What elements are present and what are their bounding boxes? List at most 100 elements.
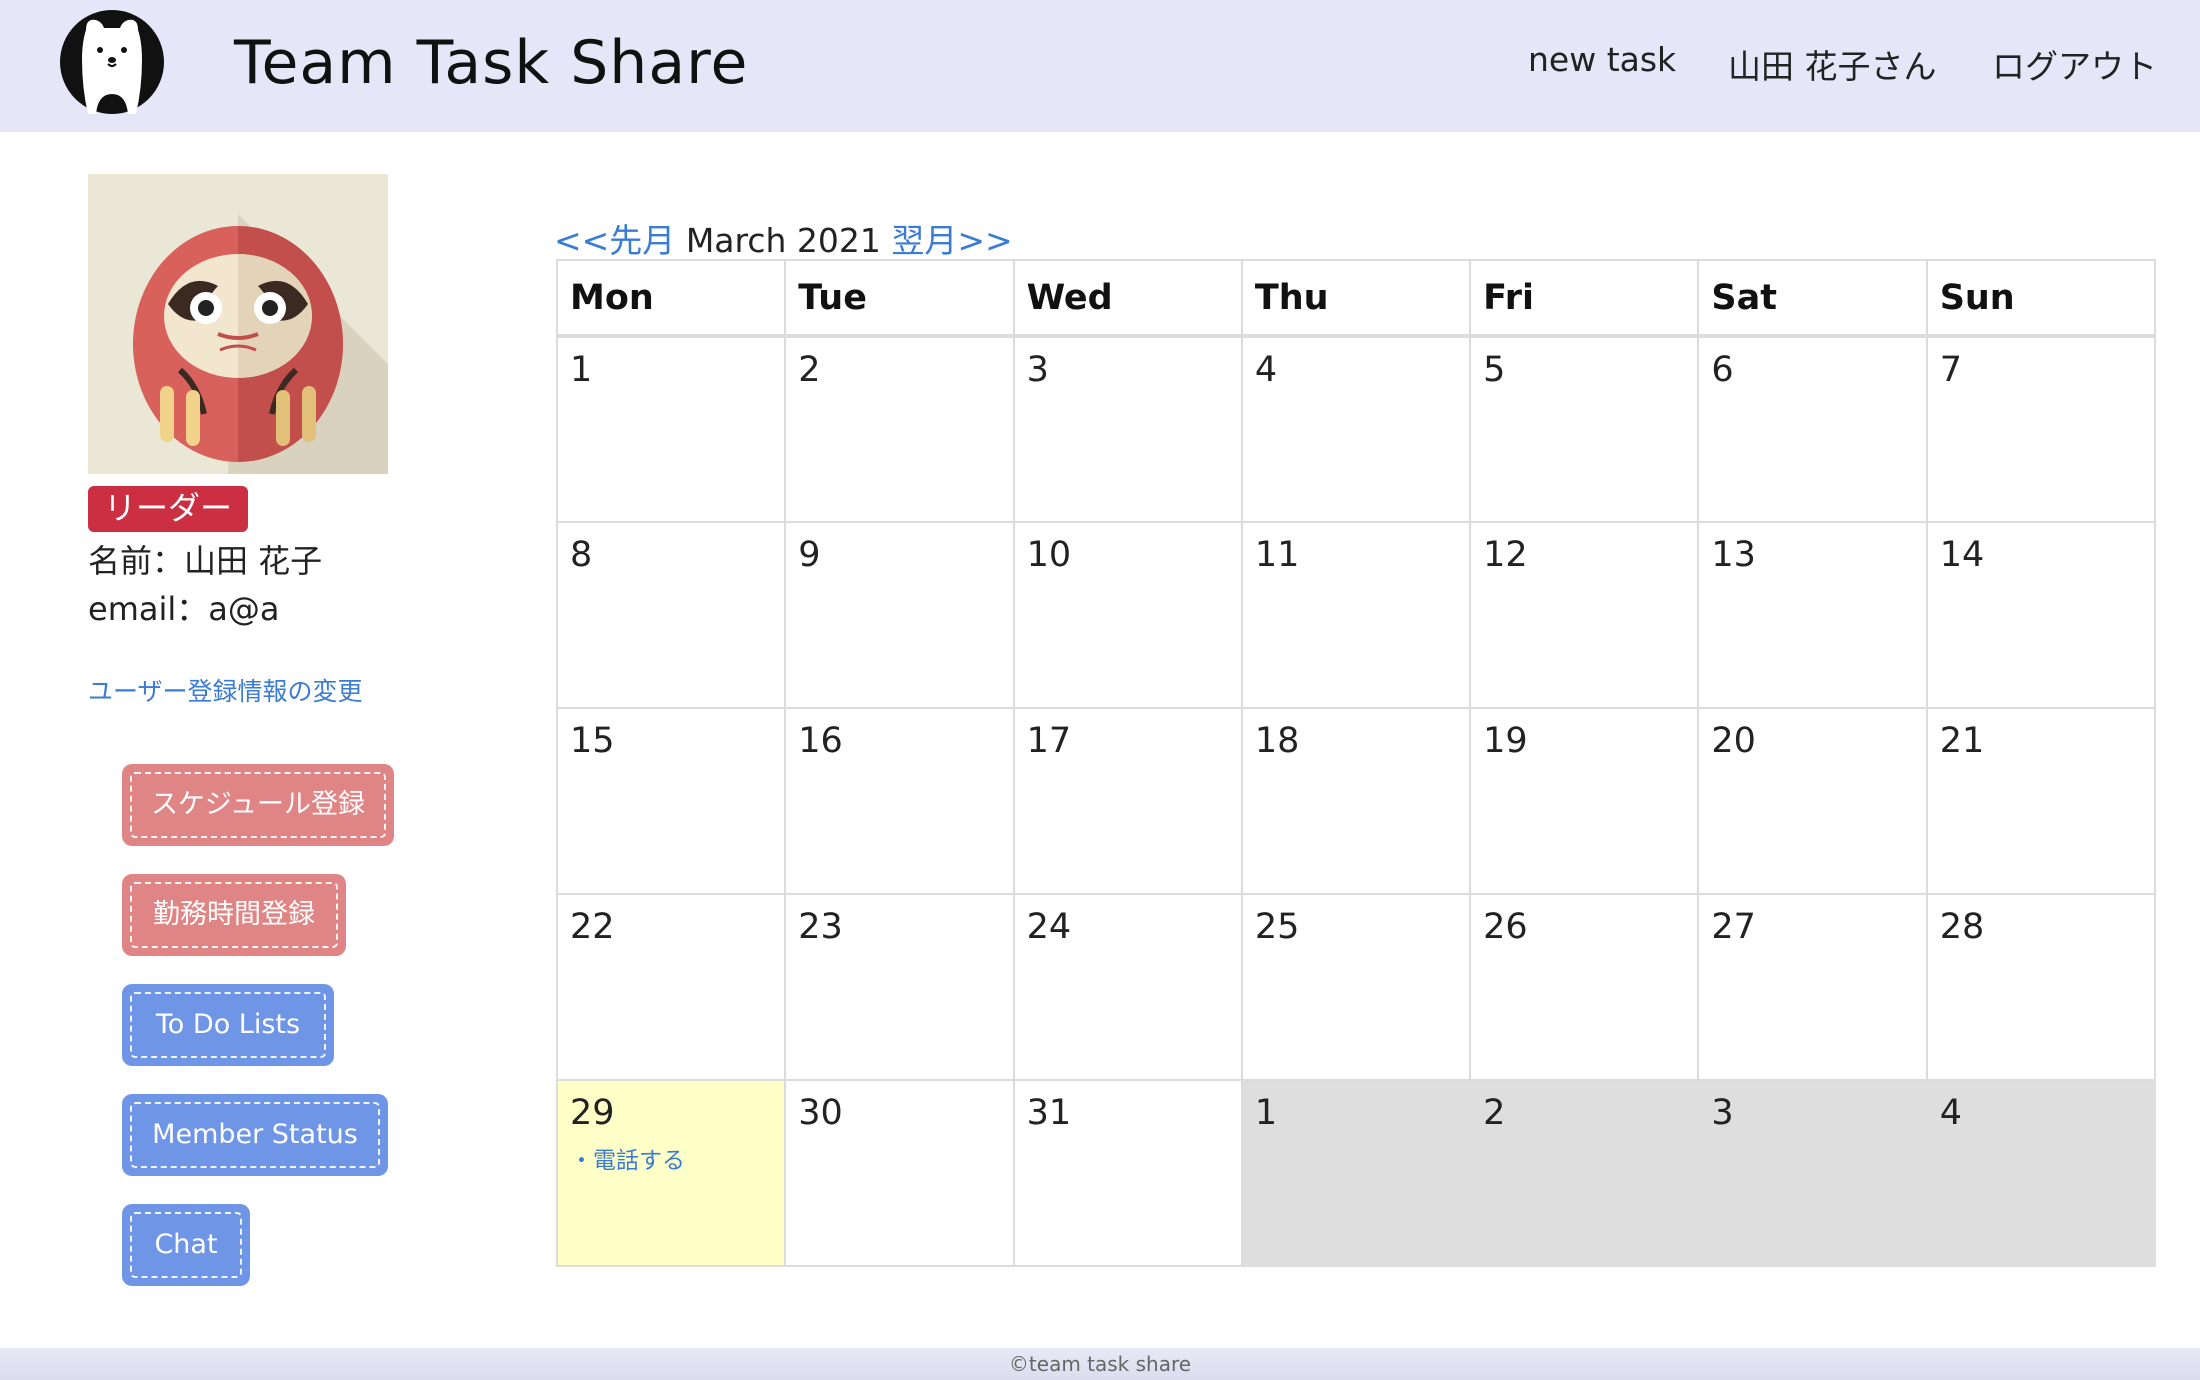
day-number: 4 [1254,350,1278,390]
day-number: 7 [1939,350,1962,390]
calendar-week-row: 8 9 10 11 12 13 14 [555,521,2157,709]
day-number: 4 [1939,1093,1962,1133]
day-number: 31 [1026,1093,1072,1133]
calendar-day-cell[interactable]: 31 [1012,1079,1243,1267]
profile-name: 名前：山田 花子 [88,542,323,580]
day-number: 13 [1711,535,1756,575]
work-hours-register-button[interactable]: 勤務時間登録 [124,876,344,954]
polar-bear-icon[interactable] [52,2,172,114]
next-month-link[interactable]: 翌月>> [891,221,1012,260]
chat-label: Chat [154,1229,218,1260]
calendar-day-cell[interactable]: 17 [1012,707,1243,895]
calendar-day-cell[interactable]: 22 [555,893,787,1081]
calendar-day-cell[interactable]: 7 [1925,335,2157,523]
day-number: 21 [1939,721,1985,761]
calendar-day-cell[interactable]: 26 [1469,893,1700,1081]
day-number: 5 [1483,350,1506,390]
day-number: 1 [1254,1093,1278,1133]
calendar-day-cell[interactable]: 15 [555,707,787,895]
day-number: 20 [1711,721,1756,761]
day-number: 26 [1483,907,1528,947]
day-number: 6 [1711,350,1734,390]
day-number: 3 [1711,1093,1734,1133]
new-task-link[interactable]: new task [1528,40,1676,79]
calendar-week-row: 15 16 17 18 19 20 21 [555,707,2157,895]
day-number: 18 [1254,721,1300,761]
profile-email: email：a@a [88,590,280,628]
day-number: 24 [1026,907,1072,947]
calendar-day-cell[interactable]: 11 [1240,521,1472,709]
calendar-day-cell[interactable]: 30 [784,1079,1015,1267]
calendar-day-cell[interactable]: 5 [1469,335,1700,523]
calendar-day-cell-other-month[interactable]: 3 [1697,1079,1928,1267]
role-badge: リーダー [88,486,248,532]
calendar-day-cell-other-month[interactable]: 2 [1469,1079,1700,1267]
weekday-header: Fri [1469,259,1700,338]
calendar-grid: Mon Tue Wed Thu Fri Sat Sun 1 2 3 4 5 6 7 8 9 10 1… [555,259,2157,1267]
day-number: 15 [570,721,615,761]
schedule-register-button[interactable]: スケジュール登録 [124,766,392,844]
calendar-day-cell[interactable]: 13 [1697,521,1928,709]
calendar-day-cell[interactable]: 24 [1012,893,1243,1081]
calendar-day-cell[interactable]: 1 [555,335,787,523]
calendar-day-cell[interactable]: 12 [1469,521,1700,709]
calendar-day-cell[interactable]: 21 [1925,707,2157,895]
user-menu-link[interactable]: 山田 花子さん [1728,40,1937,88]
day-number: 23 [798,907,843,947]
calendar-day-cell[interactable]: 2 [784,335,1015,523]
calendar-day-cell[interactable]: 19 [1469,707,1700,895]
weekday-header: Tue [784,259,1015,338]
day-number: 17 [1026,721,1072,761]
calendar-day-cell[interactable]: 28 [1925,893,2157,1081]
day-number: 22 [570,907,615,947]
calendar-day-cell[interactable]: 6 [1697,335,1928,523]
app-header: Team Task Share new task 山田 花子さん ログアウト [0,0,2200,132]
calendar-day-cell[interactable]: 9 [784,521,1015,709]
calendar-body: 1 2 3 4 5 6 7 8 9 10 11 12 13 14 15 16 17 18 19 20 21 22 23 24 2… [555,335,2157,1267]
calendar-day-cell[interactable]: 8 [555,521,787,709]
task-link[interactable]: ・電話する [570,1141,772,1175]
calendar-day-cell[interactable]: 4 [1240,335,1472,523]
calendar-day-cell[interactable]: 23 [784,893,1015,1081]
calendar-day-cell[interactable]: 14 [1925,521,2157,709]
calendar-day-cell[interactable]: 25 [1240,893,1472,1081]
todo-lists-button[interactable]: To Do Lists [124,986,332,1064]
day-number: 8 [570,535,593,575]
footer: ©team task share [0,1348,2200,1380]
calendar-day-cell-today[interactable]: 29 ・電話する [555,1079,787,1267]
todo-lists-label: To Do Lists [155,1009,301,1040]
calendar-day-cell[interactable]: 3 [1012,335,1243,523]
day-number: 30 [798,1093,843,1133]
logout-link[interactable]: ログアウト [1992,40,2157,88]
app-title: Team Task Share [234,28,749,98]
chat-button[interactable]: Chat [124,1206,248,1284]
work-hours-register-label: 勤務時間登録 [153,899,315,930]
current-month-label: March 2021 [685,221,881,260]
calendar-day-cell[interactable]: 20 [1697,707,1928,895]
calendar-day-cell-other-month[interactable]: 1 [1240,1079,1472,1267]
member-status-button[interactable]: Member Status [124,1096,386,1174]
schedule-register-label: スケジュール登録 [150,789,366,820]
weekday-header-row: Mon Tue Wed Thu Fri Sat Sun [555,259,2157,338]
day-number: 2 [1483,1093,1506,1133]
calendar-day-cell-other-month[interactable]: 4 [1925,1079,2157,1267]
day-number: 11 [1254,535,1300,575]
day-number: 27 [1711,907,1756,947]
weekday-header: Sun [1925,259,2157,338]
calendar-week-row: 22 23 24 25 26 27 28 [555,893,2157,1081]
weekday-header: Mon [555,259,787,338]
calendar-day-cell[interactable]: 18 [1240,707,1472,895]
prev-month-link[interactable]: <<先月 [554,221,675,260]
day-number: 25 [1254,907,1300,947]
day-number: 12 [1483,535,1528,575]
calendar-day-cell[interactable]: 10 [1012,521,1243,709]
weekday-header: Sat [1697,259,1928,338]
day-number: 1 [570,350,593,390]
calendar-day-cell[interactable]: 27 [1697,893,1928,1081]
weekday-header: Wed [1012,259,1243,338]
calendar-week-row: 29 ・電話する 30 31 1 2 3 4 [555,1079,2157,1267]
edit-profile-link[interactable]: ユーザー登録情報の変更 [88,672,363,708]
calendar-nav: <<先月 March 2021 翌月>> [554,214,1013,262]
day-number: 3 [1026,350,1049,390]
calendar-day-cell[interactable]: 16 [784,707,1015,895]
